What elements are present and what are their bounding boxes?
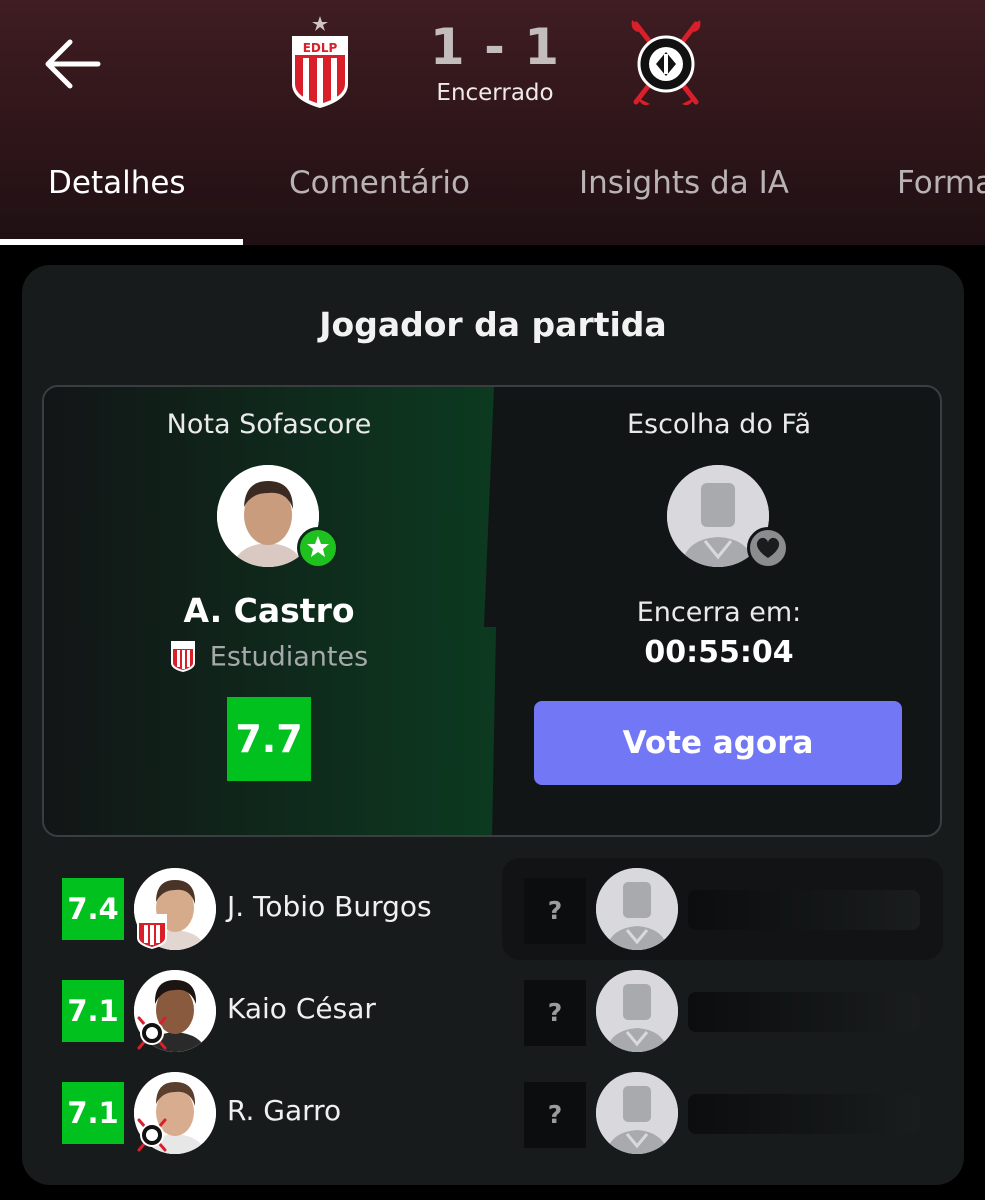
match-status: Encerrado xyxy=(436,80,554,106)
corinthians-crest-icon xyxy=(137,1118,167,1152)
card-title: Jogador da partida xyxy=(319,305,667,344)
person-placeholder-icon xyxy=(596,970,678,1052)
arrow-left-icon xyxy=(45,39,101,89)
name-skeleton xyxy=(688,992,920,1032)
name-skeleton xyxy=(688,890,920,930)
vote-now-button[interactable]: Vote agora xyxy=(534,701,902,785)
active-tab-indicator xyxy=(0,239,243,245)
heart-icon xyxy=(747,527,789,569)
fan-rank-placeholder: ? xyxy=(524,980,586,1046)
voting-ends-label: Encerra em: xyxy=(636,597,802,628)
voting-countdown: 00:55:04 xyxy=(644,635,794,670)
tab-insights-ia[interactable]: Insights da IA xyxy=(579,165,789,201)
player-rating: 7.1 xyxy=(62,980,124,1042)
person-placeholder-icon xyxy=(596,868,678,950)
player-rating: 7.1 xyxy=(62,1082,124,1144)
rating-badge: 7.7 xyxy=(227,697,311,781)
fan-rank-placeholder: ? xyxy=(524,1082,586,1148)
fan-choice-heading: Escolha do Fã xyxy=(626,409,812,440)
player-name: R. Garro xyxy=(227,1094,342,1127)
player-name: J. Tobio Burgos xyxy=(227,890,432,923)
list-item[interactable]: 7.1 Kaio César ? xyxy=(22,960,964,1062)
name-skeleton xyxy=(688,1094,920,1134)
match-header: EDLP 1 - 1 Encerrado Detalhes Comentário… xyxy=(0,0,985,245)
estudiantes-crest-icon xyxy=(170,641,195,672)
tab-bar: Detalhes Comentário Insights da IA Forma xyxy=(0,160,985,245)
person-placeholder-icon xyxy=(596,1072,678,1154)
away-team-crest[interactable] xyxy=(628,14,704,110)
svg-text:EDLP: EDLP xyxy=(303,41,338,55)
match-score: 1 - 1 xyxy=(429,18,561,76)
back-button[interactable] xyxy=(40,36,104,92)
tab-comentario[interactable]: Comentário xyxy=(289,165,470,201)
tab-forma[interactable]: Forma xyxy=(897,165,985,201)
player-name: Kaio César xyxy=(227,992,376,1025)
corinthians-crest-icon xyxy=(137,1016,167,1050)
estudiantes-crest-icon xyxy=(137,914,167,949)
star-icon xyxy=(297,527,339,569)
sofascore-heading: Nota Sofascore xyxy=(166,409,372,440)
list-item[interactable]: 7.4 J. Tobio Burgos ? xyxy=(22,858,964,960)
team-name: Estudiantes xyxy=(209,641,369,673)
list-item[interactable]: 7.1 R. Garro ? xyxy=(22,1062,964,1164)
player-rating: 7.4 xyxy=(62,878,124,940)
home-team-crest[interactable]: EDLP xyxy=(288,14,352,110)
sofascore-rating-column: Nota Sofascore A. Castro Estudiantes 7.7 xyxy=(44,387,494,835)
fan-rank-placeholder: ? xyxy=(524,878,586,944)
tab-detalhes[interactable]: Detalhes xyxy=(48,165,186,201)
player-name[interactable]: A. Castro xyxy=(44,591,494,630)
motm-comparison-box: Nota Sofascore A. Castro Estudiantes 7.7… xyxy=(42,385,942,837)
player-team: Estudiantes xyxy=(44,639,494,677)
fan-choice-column: Escolha do Fã Encerra em: 00:55:04 Vote … xyxy=(494,387,940,835)
player-of-match-card: Jogador da partida Nota Sofascore A. Cas… xyxy=(22,265,964,1185)
